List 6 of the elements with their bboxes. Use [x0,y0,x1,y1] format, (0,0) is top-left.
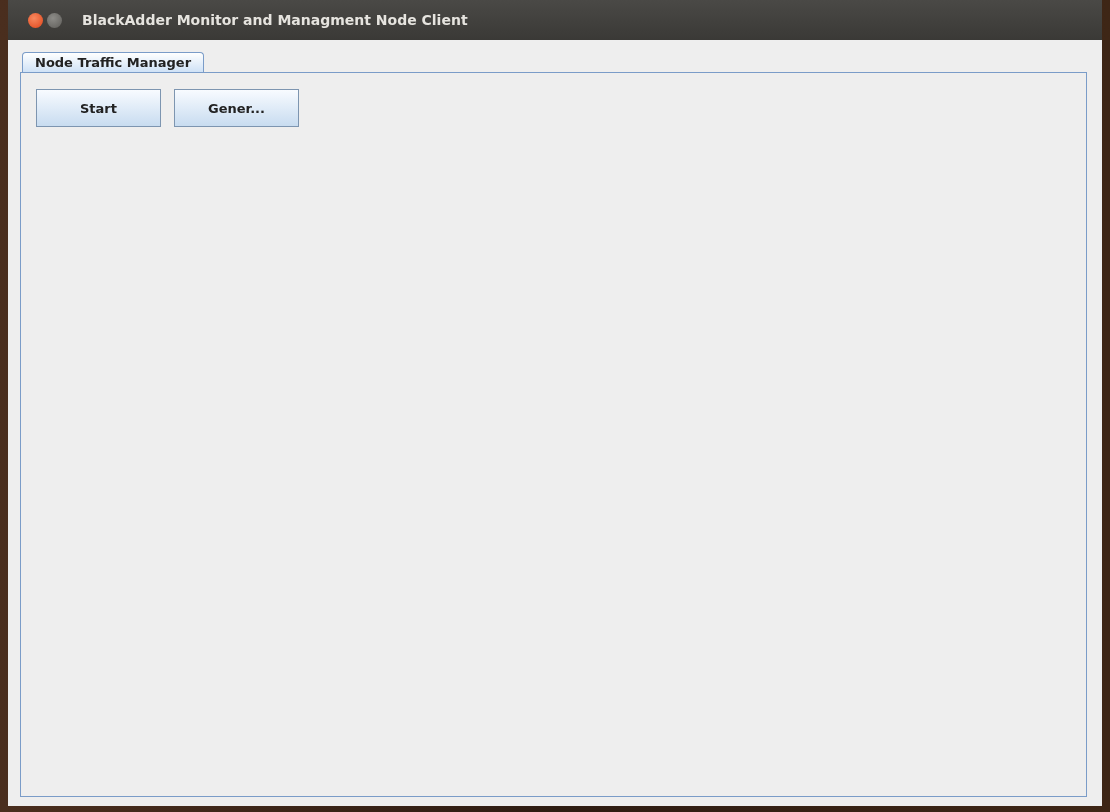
toolbar-button[interactable]: Start [36,89,161,127]
tab[interactable]: Node Traffic Manager [22,52,205,72]
window-title: BlackAdder Monitor and Managment Node Client [82,12,468,28]
toolbar-button[interactable]: Gener... [174,89,299,127]
minimize-icon[interactable] [47,12,62,28]
close-icon[interactable] [28,12,43,28]
